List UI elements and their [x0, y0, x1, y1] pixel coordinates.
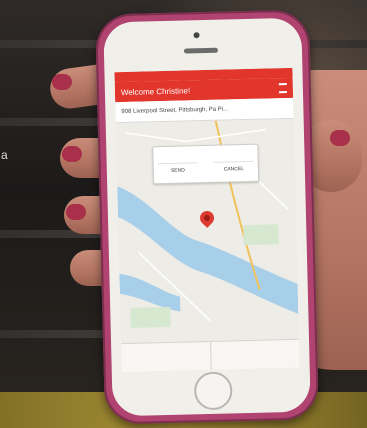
address-text: 908 Liverpool Street, Pittsburgh, Pa Pi.… [121, 106, 229, 116]
tab-1[interactable] [121, 342, 210, 372]
send-button[interactable]: SEND [157, 162, 199, 179]
fingernail [52, 74, 72, 90]
front-camera [193, 32, 200, 39]
park [130, 306, 171, 328]
road [125, 128, 266, 143]
cancel-button[interactable]: CANCEL [213, 160, 255, 177]
fingernail [66, 204, 86, 220]
tab-2[interactable] [209, 339, 300, 370]
info-window: SEND CANCEL [152, 143, 260, 185]
park [243, 224, 279, 246]
map-pin-dot [202, 213, 212, 223]
phone-screen: Welcome Christine! 908 Liverpool Street,… [114, 67, 300, 373]
app-title: Welcome Christine! [120, 85, 191, 97]
map-view[interactable]: SEND CANCEL [115, 118, 300, 344]
earpiece-speaker [183, 47, 218, 54]
phone-body: Welcome Christine! 908 Liverpool Street,… [103, 17, 311, 417]
menu-icon[interactable] [278, 83, 287, 94]
fingernail [62, 146, 82, 162]
fingernail [330, 130, 350, 146]
river [115, 183, 300, 319]
river [115, 273, 181, 312]
info-window-title [153, 149, 257, 152]
home-button[interactable] [193, 371, 233, 411]
phone: Welcome Christine! 908 Liverpool Street,… [95, 9, 319, 425]
bottom-tab-bar [121, 338, 300, 373]
photo-background: a Welcome Christine! 908 Liverpool Stree… [0, 0, 367, 428]
side-text: a [1, 148, 8, 162]
